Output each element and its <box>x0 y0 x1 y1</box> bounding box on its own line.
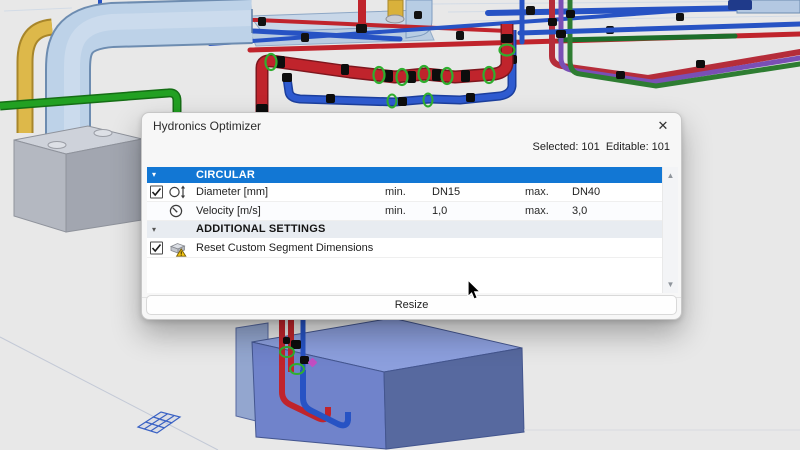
group-label: ADDITIONAL SETTINGS <box>196 221 326 238</box>
selection-status: Selected:101 Editable:101 <box>530 141 670 153</box>
velocity-max-value[interactable]: 3,0 <box>572 205 587 217</box>
group-label: CIRCULAR <box>196 167 255 183</box>
editable-label: Editable: <box>606 141 649 153</box>
table-empty-area <box>147 258 678 293</box>
row-label: Reset Custom Segment Dimensions <box>196 242 373 254</box>
scrollbar[interactable]: ▲ ▼ <box>662 167 678 293</box>
close-icon[interactable]: ✕ <box>651 116 675 136</box>
reset-segment-icon <box>169 241 187 255</box>
equipment-unit-gray <box>14 126 142 232</box>
row-label: Diameter [mm] <box>196 186 268 198</box>
velocity-min-value[interactable]: 1,0 <box>432 205 447 217</box>
row-label: Velocity [m/s] <box>196 205 261 217</box>
collapse-icon[interactable]: ▾ <box>152 221 156 238</box>
max-label: max. <box>525 186 549 198</box>
scroll-down-icon[interactable]: ▼ <box>663 280 678 289</box>
diameter-max-value[interactable]: DN40 <box>572 186 600 198</box>
velocity-icon <box>169 204 183 218</box>
group-header-additional-settings[interactable]: ▾ ADDITIONAL SETTINGS <box>147 221 678 238</box>
group-header-circular[interactable]: ▾ CIRCULAR <box>147 167 678 183</box>
scroll-up-icon[interactable]: ▲ <box>663 171 678 180</box>
min-label: min. <box>385 205 406 217</box>
min-label: min. <box>385 186 406 198</box>
resize-button[interactable]: Resize <box>146 295 677 315</box>
collapse-icon[interactable]: ▾ <box>152 167 156 183</box>
editable-count: 101 <box>652 141 670 153</box>
selected-count: 101 <box>581 141 599 153</box>
row-diameter[interactable]: Diameter [mm] min. DN15 max. DN40 <box>147 183 678 202</box>
dialog-title: Hydronics Optimizer <box>153 119 261 133</box>
selected-label: Selected: <box>533 141 579 153</box>
row-reset-segments[interactable]: Reset Custom Segment Dimensions <box>147 238 678 258</box>
duct-corner-top-right <box>728 0 800 13</box>
reset-checkbox[interactable] <box>150 241 163 254</box>
diameter-min-value[interactable]: DN15 <box>432 186 460 198</box>
dialog-titlebar[interactable]: Hydronics Optimizer ✕ <box>142 113 681 139</box>
diameter-icon <box>169 185 187 199</box>
row-velocity[interactable]: Velocity [m/s] min. 1,0 max. 3,0 <box>147 202 678 221</box>
diameter-checkbox[interactable] <box>150 186 163 199</box>
parameter-table: ▾ CIRCULAR Diameter [mm] min. DN15 max. … <box>147 167 678 293</box>
hydronics-optimizer-dialog: Hydronics Optimizer ✕ Selected:101 Edita… <box>141 112 682 320</box>
max-label: max. <box>525 205 549 217</box>
